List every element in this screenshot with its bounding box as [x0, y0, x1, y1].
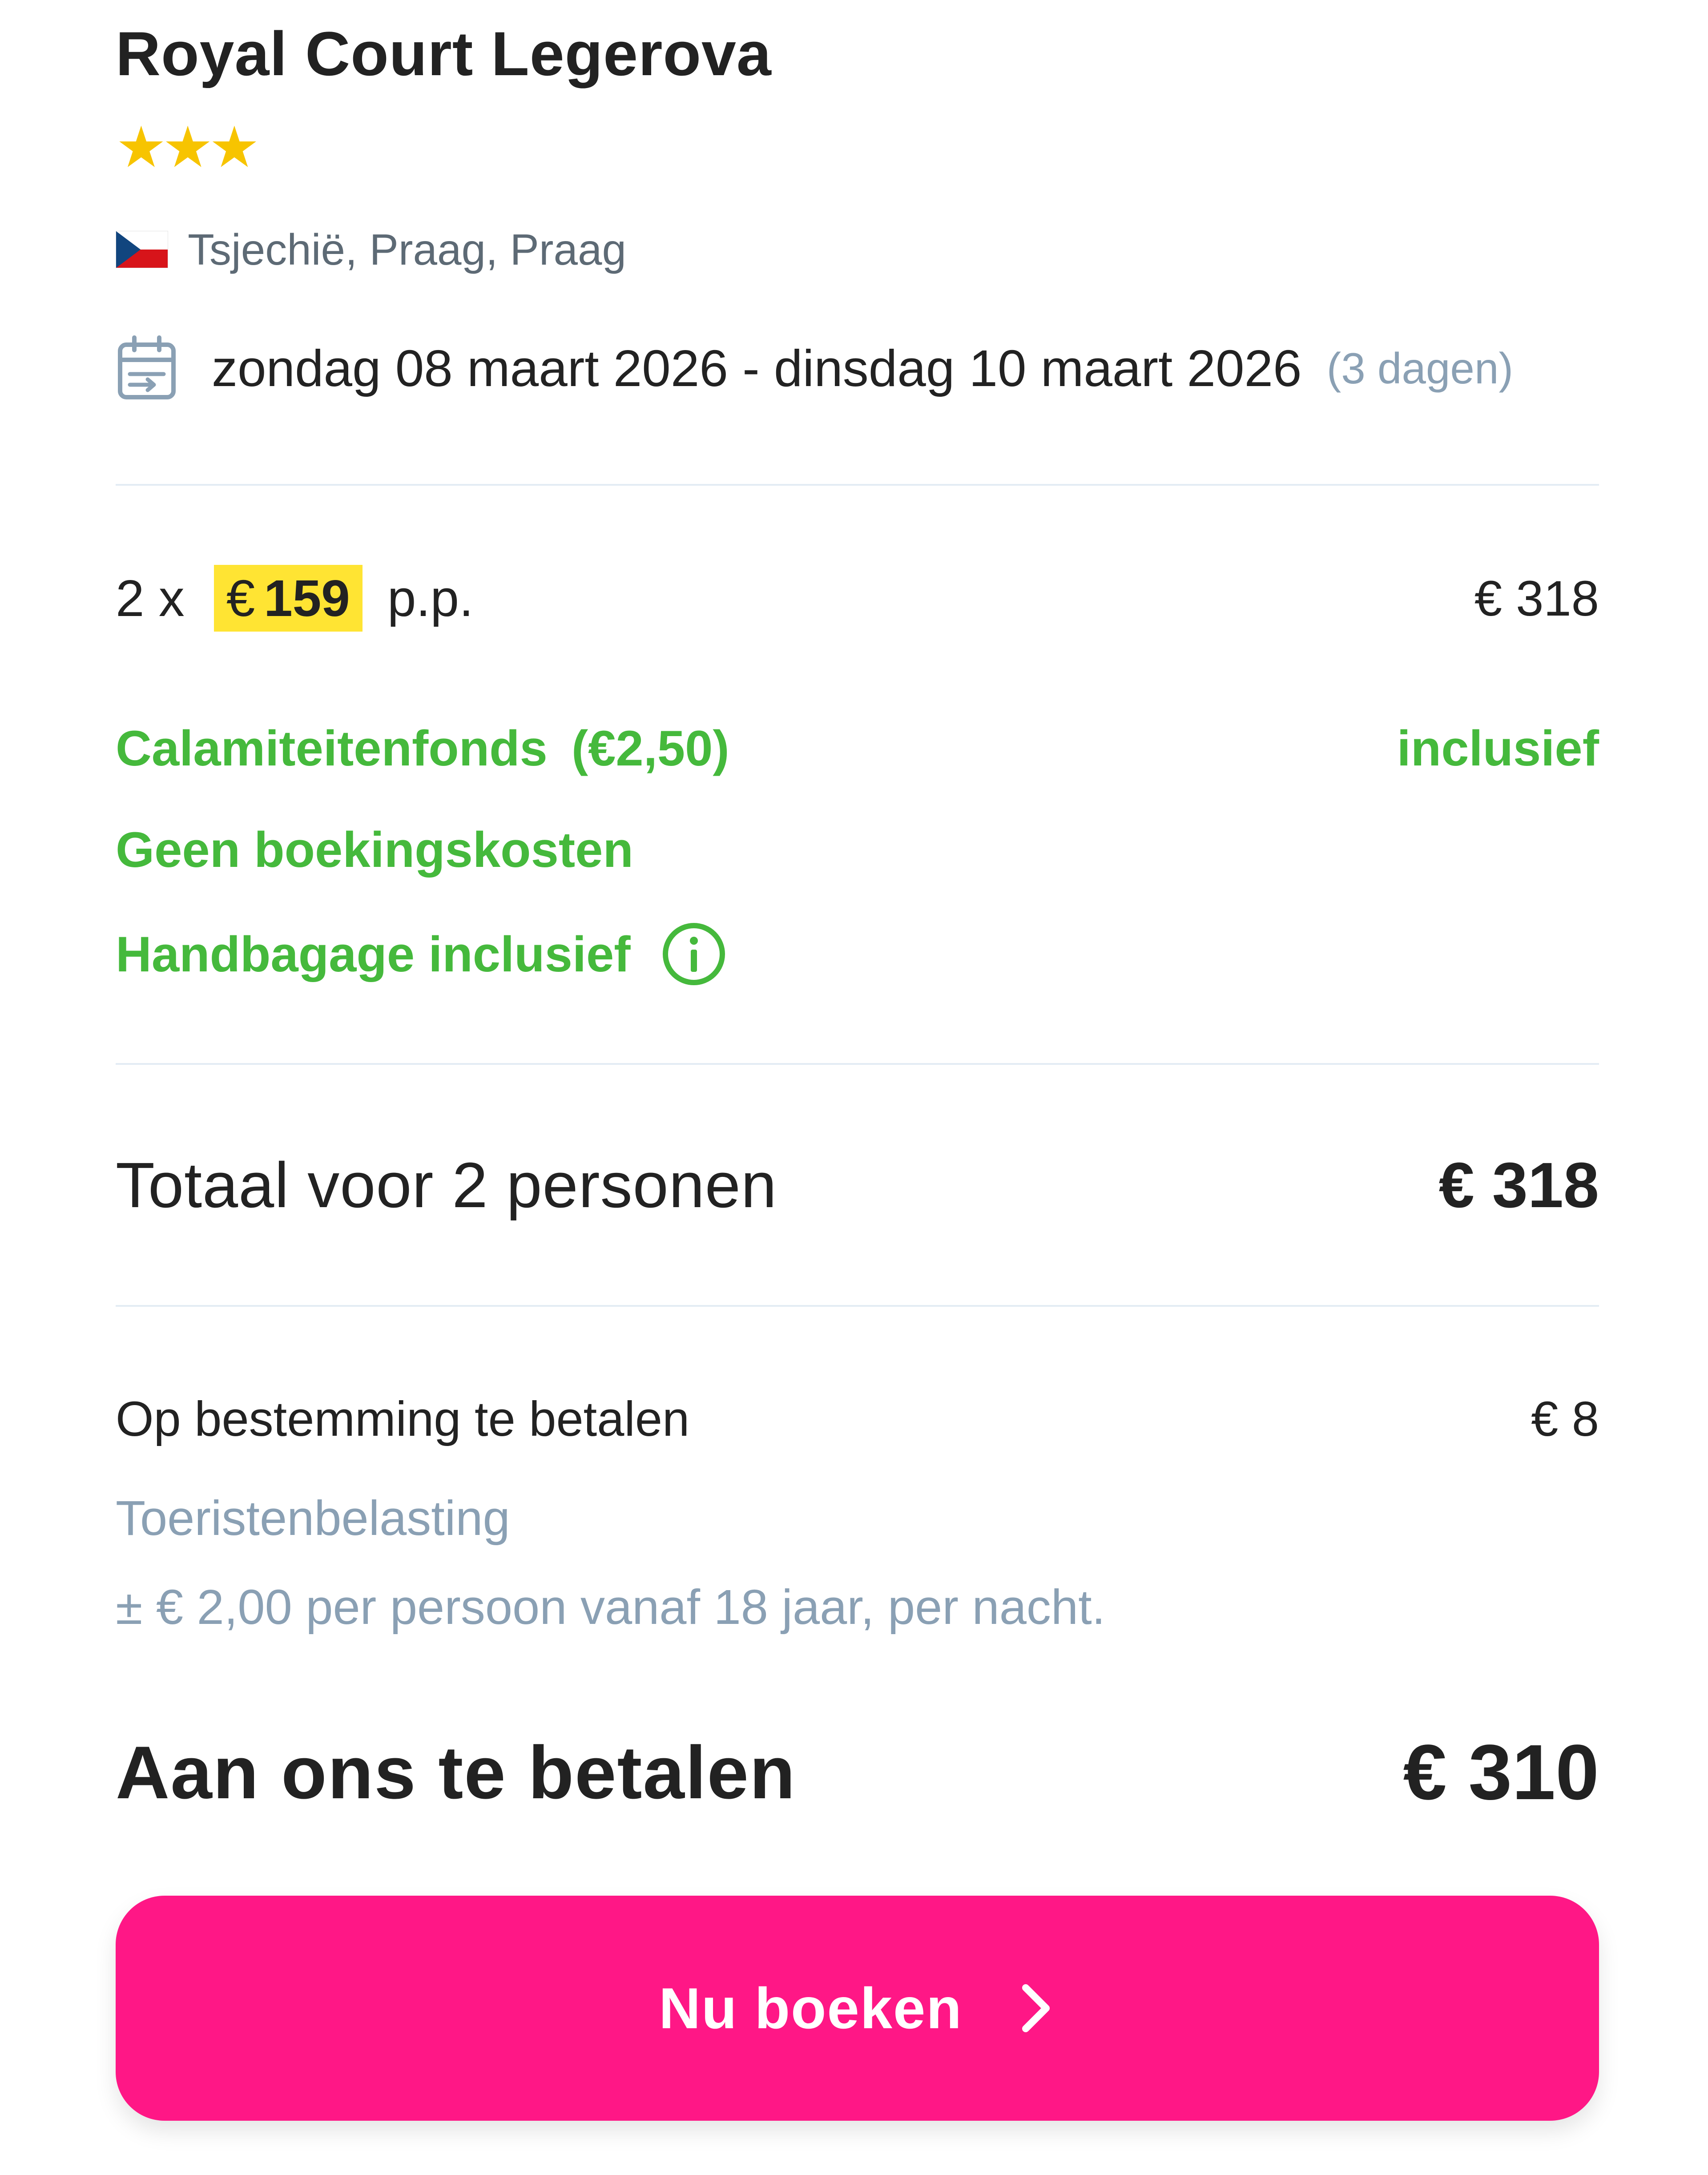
calamity-fund-row: Calamiteitenfonds (€2,50) inclusief — [116, 717, 1599, 779]
traveler-quantity: 2 x — [116, 569, 185, 627]
total-row: Totaal voor 2 personen € 318 — [116, 1148, 1599, 1223]
hand-luggage-text: Handbagage inclusief — [116, 926, 631, 982]
hotel-location: Tsjechië, Praag, Praag — [116, 225, 626, 274]
booking-summary-card: Royal Court Legerova ★★★ Tsjechië, Praag… — [116, 0, 1599, 2175]
amount-due-label: Aan ons te betalen — [116, 1730, 796, 1814]
per-person-suffix: p.p. — [387, 569, 474, 627]
subtotal-amount: € 318 — [1474, 570, 1599, 626]
czech-flag-icon — [116, 231, 168, 268]
amount-due-row: Aan ons te betalen € 310 — [116, 1726, 1599, 1819]
no-booking-fee-row: Geen boekingskosten — [116, 818, 1599, 881]
total-value: € 318 — [1438, 1149, 1599, 1221]
price-per-person-row: 2 x €159 p.p. € 318 — [116, 560, 1599, 636]
book-now-label: Nu boeken — [659, 1976, 963, 2041]
chevron-right-icon — [1022, 1984, 1050, 2032]
amount-due-value: € 310 — [1403, 1729, 1599, 1816]
tourist-tax-label: Toeristenbelasting — [116, 1491, 510, 1546]
calamity-fund-status: inclusief — [1397, 720, 1599, 776]
book-now-button[interactable]: Nu boeken — [116, 1896, 1599, 2121]
destination-payment-value: € 8 — [1531, 1391, 1599, 1446]
dates-text: zondag 08 maart 2026 - dinsdag 10 maart … — [212, 339, 1302, 397]
price-per-person-highlight: €159 — [214, 565, 363, 632]
info-icon[interactable] — [661, 921, 727, 987]
destination-payment-label: Op bestemming te betalen — [116, 1391, 690, 1446]
trip-duration: (3 dagen) — [1326, 343, 1514, 393]
divider — [116, 484, 1599, 486]
price-currency: € — [226, 569, 255, 627]
divider — [116, 1305, 1599, 1307]
divider — [116, 1063, 1599, 1065]
hand-luggage-row: Handbagage inclusief — [116, 921, 1599, 987]
location-text: Tsjechië, Praag, Praag — [188, 225, 626, 274]
calamity-fund-amount: (€2,50) — [571, 720, 729, 776]
total-label: Totaal voor 2 personen — [116, 1149, 777, 1221]
travel-dates: zondag 08 maart 2026 - dinsdag 10 maart … — [116, 333, 1513, 404]
calamity-fund-label: Calamiteitenfonds — [116, 720, 548, 776]
tourist-tax-detail: ± € 2,00 per persoon vanaf 18 jaar, per … — [116, 1580, 1106, 1635]
star-rating: ★★★ — [116, 116, 260, 179]
hotel-name: Royal Court Legerova — [116, 19, 772, 89]
no-booking-fee-text: Geen boekingskosten — [116, 822, 633, 878]
destination-payment-row: Op bestemming te betalen € 8 — [116, 1388, 1599, 1450]
calendar-icon — [118, 335, 176, 399]
price-per-person: 159 — [264, 569, 350, 627]
